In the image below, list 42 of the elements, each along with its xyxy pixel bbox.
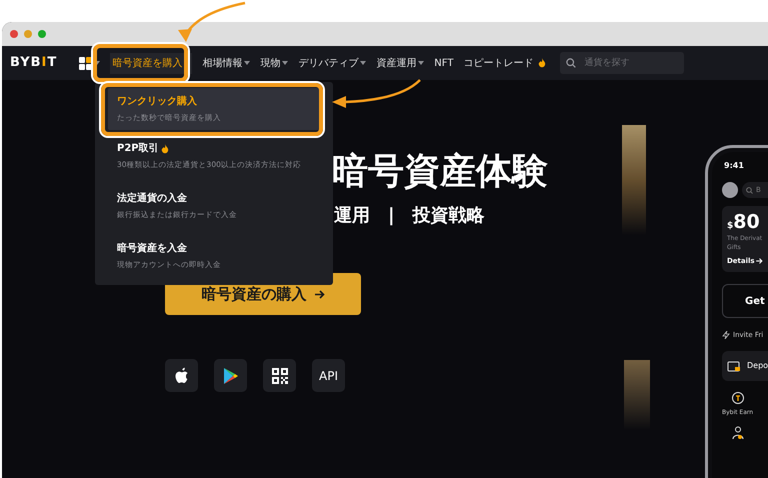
api-button[interactable]: API — [312, 359, 345, 392]
balance-amount: 80 — [733, 212, 760, 232]
logo[interactable]: BYBIT — [10, 53, 58, 73]
hero-headline: 暗号資産体験 — [332, 150, 548, 194]
nav-tab[interactable]: 暗号資産を購入 — [110, 52, 192, 74]
qr-download-button[interactable] — [263, 359, 296, 392]
nav-tab[interactable]: コピートレード — [463, 56, 546, 70]
search-icon — [746, 186, 753, 194]
apple-icon — [174, 367, 189, 384]
play-triangle-icon — [222, 366, 238, 384]
person-coin-icon — [730, 426, 745, 440]
nav-tab[interactable]: 現物 — [260, 56, 288, 70]
search-field[interactable]: 通貨を探す — [560, 52, 684, 74]
qr-code-icon — [272, 368, 288, 384]
apps-grid-icon[interactable] — [79, 56, 100, 70]
play-download-button[interactable] — [214, 359, 247, 392]
menu-item-title: 暗号資産を入金 — [117, 243, 187, 255]
search-icon — [566, 58, 576, 68]
arrow-right-icon — [314, 290, 324, 298]
menu-item-title: P2P取引 — [117, 143, 159, 155]
nav-tab[interactable]: 資産運用 — [376, 56, 424, 70]
get-button[interactable]: Get — [722, 284, 768, 318]
nav-tab[interactable]: デリバティブ — [298, 56, 366, 70]
apple-download-button[interactable] — [165, 359, 198, 392]
deposit-button[interactable]: Depo — [722, 350, 768, 380]
coin-icon — [730, 390, 745, 404]
nav-tab[interactable]: 相場情報 — [202, 56, 250, 70]
window-control-button[interactable] — [10, 30, 18, 38]
curved-arrow — [178, 2, 246, 42]
lightning-icon — [722, 331, 730, 340]
menu-item-title: ワンクリック購入 — [117, 96, 197, 108]
arrow-right-icon — [756, 258, 763, 264]
hero-subtitle: 運用 — [334, 204, 370, 228]
nav-tab[interactable]: NFT — [434, 56, 454, 70]
status-time: 9:41 — [724, 160, 744, 172]
light-beam — [624, 360, 650, 430]
avatar-icon — [722, 182, 738, 198]
currency-sign: $ — [727, 220, 734, 233]
hero-subtitle: | — [388, 204, 395, 228]
menu-item-title: 法定通貨の入金 — [117, 193, 187, 205]
hero-subtitle: 投資戦略 — [412, 204, 485, 228]
wallet-icon — [727, 360, 741, 372]
